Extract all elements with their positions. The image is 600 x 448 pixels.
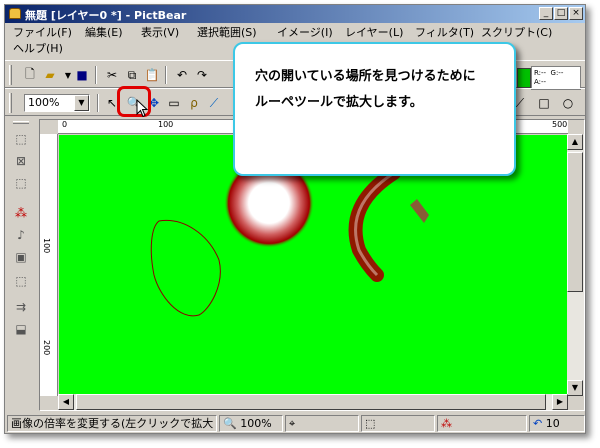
left-toolbar: ⬚ ⊠ ⬚ ⁂ ♪ ▣ ⬚ ⇉ ⬓ [5, 119, 35, 409]
horizontal-scroll-thumb[interactable] [76, 394, 546, 410]
tutorial-callout: 穴の開いている場所を見つけるために ルーペツールで拡大します。 [233, 42, 516, 176]
menu-layer[interactable]: レイヤー(L) [345, 26, 403, 40]
status-history: ↶ 10 [529, 415, 585, 432]
color-dots-icon[interactable]: ⁂ [13, 205, 29, 221]
scroll-left-icon[interactable]: ◀ [58, 394, 74, 410]
minimize-button[interactable]: _ [539, 7, 553, 20]
deselect-icon[interactable]: ⊠ [13, 153, 29, 169]
save-icon[interactable]: ■ [73, 66, 91, 84]
callout-text: 穴の開いている場所を見つけるために ルーペツールで拡大します。 [255, 64, 505, 116]
callout-line-2: ルーペツールで拡大します。 [255, 95, 423, 110]
select-all-icon[interactable]: ⬚ [13, 131, 29, 147]
lasso-selection-outline [150, 219, 221, 317]
cut-icon[interactable]: ✂ [103, 66, 121, 84]
toolbar-grip[interactable] [9, 65, 12, 85]
new-file-icon[interactable]: 🗋 [21, 66, 39, 84]
horizontal-scrollbar[interactable]: ◀ ▶ [58, 394, 568, 410]
chevron-down-icon[interactable]: ▼ [74, 95, 89, 111]
menu-view[interactable]: 表示(V) [141, 26, 179, 40]
rectangle-tool-icon[interactable]: □ [535, 94, 553, 112]
frame-icon[interactable]: ⬚ [13, 273, 29, 289]
toolbar-separator [95, 66, 97, 84]
vertical-scroll-thumb[interactable] [567, 152, 583, 292]
pictbear-app-icon[interactable] [9, 8, 21, 19]
toolbar-grip[interactable] [13, 121, 29, 124]
window-title: 無題 [レイヤー0 *] - PictBear [25, 9, 187, 22]
dropper-icon[interactable]: ♪ [13, 227, 29, 243]
vertical-scrollbar[interactable]: ▲ ▼ [567, 134, 584, 396]
menu-select[interactable]: 選択範囲(S) [197, 26, 257, 40]
status-hint: 画像の倍率を変更する(左クリックで拡大 [7, 415, 217, 432]
callout-line-1: 穴の開いている場所を見つけるために [255, 69, 476, 84]
ellipse-tool-icon[interactable]: ○ [559, 94, 577, 112]
menu-filter[interactable]: フィルタ(T) [415, 26, 474, 40]
color-g-value: G:-- [550, 69, 564, 77]
ruler-top-label: 500 [552, 120, 568, 129]
magnifier-icon: 🔍 [223, 417, 237, 430]
mouse-cursor-icon [136, 99, 149, 118]
ruler-left-label: 100 [42, 238, 51, 254]
layer-icon[interactable]: ⇉ [13, 299, 29, 315]
fill-icon[interactable]: ▣ [13, 249, 29, 265]
zoom-select[interactable]: 100% ▼ [24, 94, 90, 112]
crosshair-icon: ⌖ [289, 417, 296, 430]
layer-merge-icon[interactable]: ⬓ [13, 321, 29, 337]
open-folder-icon[interactable]: ▰ [41, 66, 59, 84]
foreground-color-swatch[interactable] [517, 68, 531, 88]
status-color: ⁂ [437, 415, 527, 432]
color-r-value: R:-- [534, 69, 547, 77]
ruler-left: 100 200 [40, 134, 58, 396]
lasso-tool-icon[interactable]: ρ [185, 94, 203, 112]
magic-wand-icon[interactable]: ⟋ [205, 94, 223, 112]
maximize-button[interactable]: □ [554, 7, 568, 20]
color-info-panel: R:-- G:-- A:-- [531, 66, 581, 90]
menu-script[interactable]: スクリプト(C) [481, 26, 552, 40]
menu-image[interactable]: イメージ(I) [277, 26, 333, 40]
selection-size-icon: ⬚ [365, 417, 376, 430]
redo-icon[interactable]: ↷ [193, 66, 211, 84]
toolbar-grip[interactable] [9, 93, 12, 113]
undo-history-icon: ↶ [533, 417, 543, 430]
invert-selection-icon[interactable]: ⬚ [13, 175, 29, 191]
paste-icon[interactable]: 📋 [143, 66, 161, 84]
toolbar-separator [165, 66, 167, 84]
menu-edit[interactable]: 編集(E) [85, 26, 123, 40]
ruler-left-label: 200 [42, 340, 51, 356]
status-history-count: 10 [545, 417, 560, 430]
ruler-top-label: 100 [158, 120, 174, 129]
color-dots-icon: ⁂ [441, 417, 452, 430]
red-fragment [410, 199, 429, 223]
status-bar: 画像の倍率を変更する(左クリックで拡大 🔍 100% ⌖ ⬚ ⁂ ↶ 10 [5, 413, 585, 433]
status-cursor-pos: ⌖ [285, 415, 359, 432]
title-bar[interactable]: 無題 [レイヤー0 *] - PictBear _ □ × [5, 5, 585, 23]
rect-select-icon[interactable]: ▭ [165, 94, 183, 112]
toolbar-separator [97, 94, 99, 112]
copy-icon[interactable]: ⧉ [123, 66, 141, 84]
scroll-down-icon[interactable]: ▼ [567, 380, 583, 396]
status-selection-size: ⬚ [361, 415, 435, 432]
menu-file[interactable]: ファイル(F) [13, 26, 72, 40]
close-button[interactable]: × [569, 7, 583, 20]
undo-icon[interactable]: ↶ [173, 66, 191, 84]
zoom-select-value: 100% [28, 96, 60, 109]
ruler-top-label: 0 [62, 120, 68, 129]
menu-help[interactable]: ヘルプ(H) [13, 42, 63, 56]
status-zoom-value: 100% [240, 417, 272, 430]
scroll-right-icon[interactable]: ▶ [552, 394, 568, 410]
status-zoom-pane: 🔍 100% [219, 415, 283, 432]
color-a-value: A:-- [534, 78, 547, 86]
scroll-up-icon[interactable]: ▲ [567, 134, 583, 150]
